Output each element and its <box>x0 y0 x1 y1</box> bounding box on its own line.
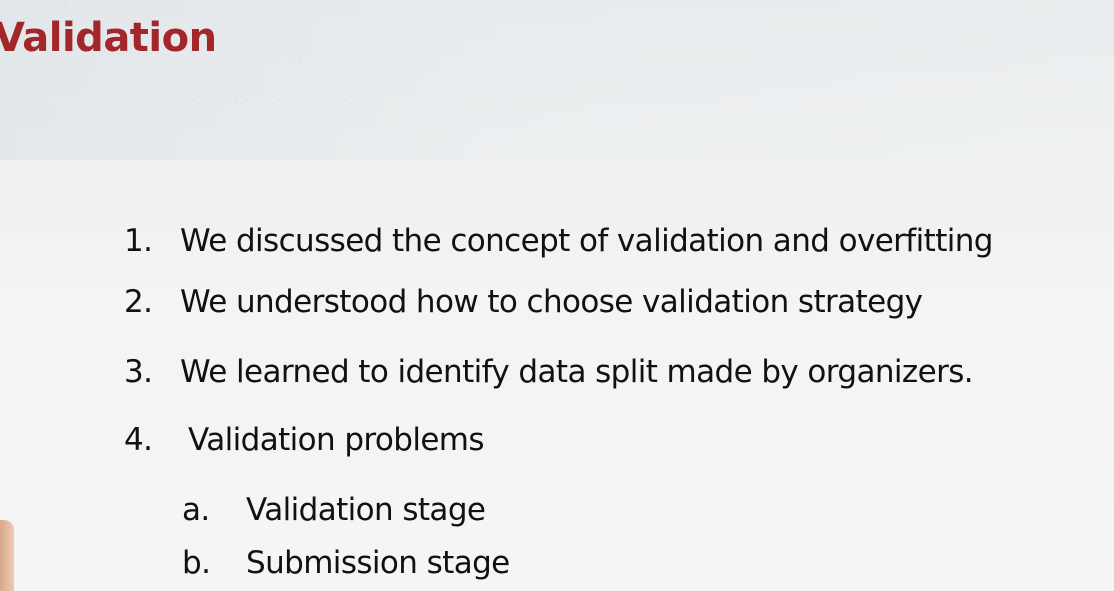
list-item-text: We discussed the concept of validation a… <box>180 223 993 259</box>
presenter-edge <box>0 520 14 591</box>
list-item: 2. We understood how to choose validatio… <box>124 280 923 324</box>
list-item-number: 4. <box>124 422 153 458</box>
sub-list-item-text: Submission stage <box>246 545 510 581</box>
list-item-text: We learned to identify data split made b… <box>180 354 974 390</box>
list-item-text: We understood how to choose validation s… <box>180 284 923 320</box>
list-item-number: 3. <box>124 354 153 390</box>
list-item-number: 2. <box>124 284 153 320</box>
sub-list-item-text: Validation stage <box>246 492 486 528</box>
list-item: 3. We learned to identify data split mad… <box>124 350 974 394</box>
sub-list-item-letter: a. <box>182 492 210 528</box>
sub-list-item: a. Validation stage <box>182 488 486 532</box>
list-item-number: 1. <box>124 223 153 259</box>
list-item: 4. Validation problems <box>124 418 485 462</box>
sub-list-item: b. Submission stage <box>182 541 510 585</box>
list-item: 1. We discussed the concept of validatio… <box>124 219 993 263</box>
bullet-list: 1. We discussed the concept of validatio… <box>0 0 1114 591</box>
list-item-text: Validation problems <box>188 422 485 458</box>
sub-list-item-letter: b. <box>182 545 211 581</box>
